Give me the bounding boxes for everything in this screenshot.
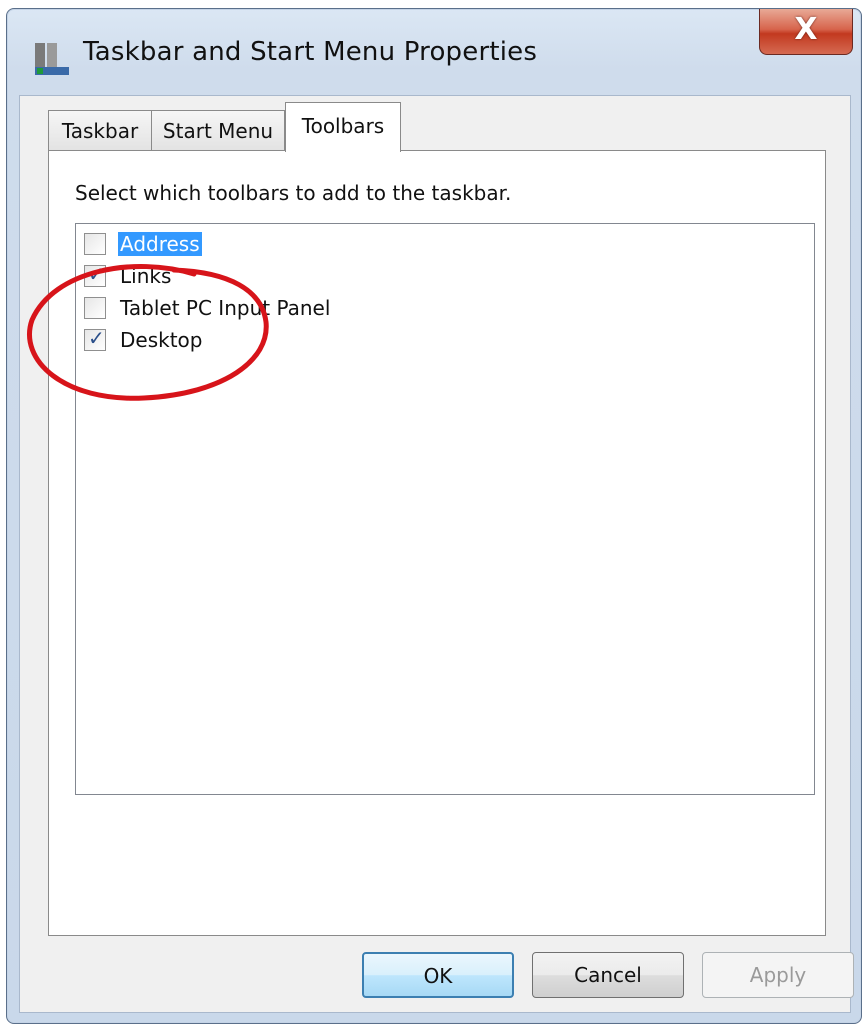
checkmark-icon: ✓ (88, 326, 105, 350)
list-item-address[interactable]: Address (84, 228, 202, 260)
taskbar-properties-icon (35, 43, 69, 75)
tablet-pc-input-panel-checkbox[interactable] (84, 297, 106, 319)
cancel-button[interactable]: Cancel (532, 952, 684, 998)
checkmark-icon: ✓ (88, 262, 105, 286)
toolbars-tab-page: Select which toolbars to add to the task… (48, 150, 826, 936)
dialog-body: Taskbar Start Menu Toolbars Select which… (19, 95, 854, 1013)
list-item-label: Links (120, 264, 172, 288)
list-item-tablet-pc-input-panel[interactable]: Tablet PC Input Panel (84, 292, 332, 324)
list-item-desktop[interactable]: ✓ Desktop (84, 324, 204, 356)
ok-button[interactable]: OK (362, 952, 514, 998)
list-item-links[interactable]: ✓ Links (84, 260, 173, 292)
tab-toolbars[interactable]: Toolbars (285, 102, 401, 152)
window-title: Taskbar and Start Menu Properties (83, 37, 538, 67)
tab-taskbar[interactable]: Taskbar (48, 110, 152, 150)
apply-button[interactable]: Apply (702, 952, 854, 998)
close-icon: X (794, 12, 818, 47)
list-item-label: Desktop (120, 328, 203, 352)
tab-start-menu[interactable]: Start Menu (151, 110, 285, 150)
list-item-label: Tablet PC Input Panel (120, 296, 331, 320)
list-item-label: Address (118, 232, 202, 256)
address-checkbox[interactable] (84, 233, 106, 255)
properties-window: Taskbar and Start Menu Properties X Task… (6, 8, 862, 1024)
links-checkbox[interactable]: ✓ (84, 262, 106, 287)
instruction-text: Select which toolbars to add to the task… (75, 181, 512, 205)
title-bar[interactable]: Taskbar and Start Menu Properties X (7, 9, 861, 95)
toolbars-list[interactable]: Address ✓ Links Tablet PC Input Panel ✓ … (75, 223, 815, 795)
desktop-checkbox[interactable]: ✓ (84, 326, 106, 351)
close-button[interactable]: X (759, 9, 853, 55)
